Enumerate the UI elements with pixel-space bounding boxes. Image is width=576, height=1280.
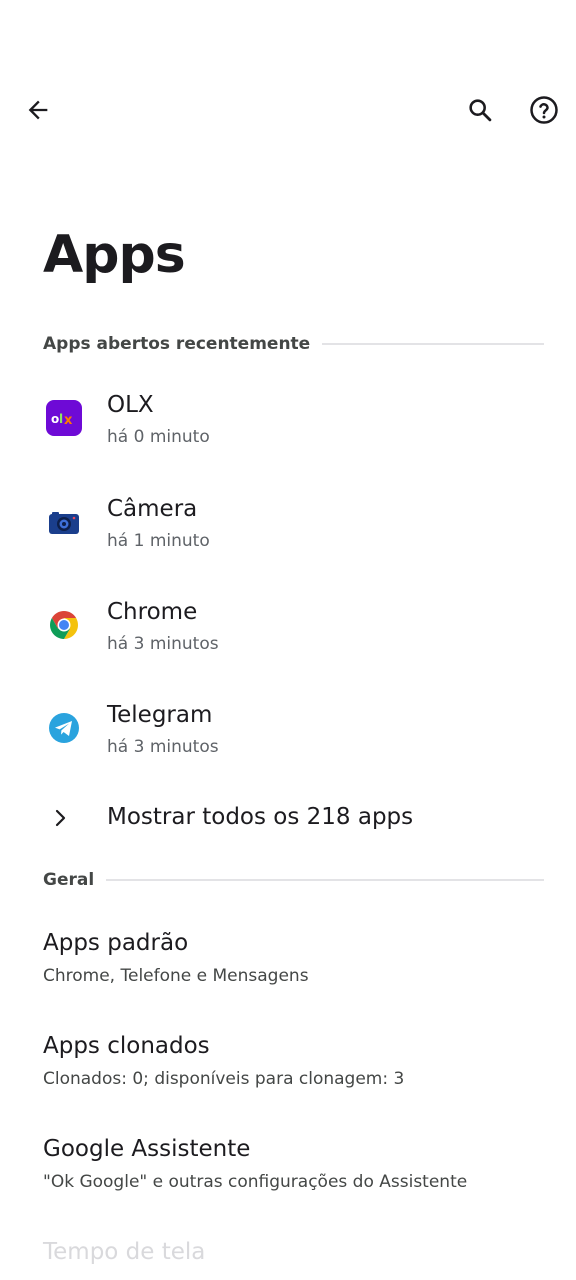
- screen-time-item[interactable]: Tempo de tela: [0, 1231, 576, 1280]
- olx-app-icon: o l x: [46, 400, 82, 436]
- section-divider: [322, 343, 544, 345]
- app-last-used: há 3 minutos: [107, 737, 219, 757]
- pref-title: Google Assistente: [43, 1136, 251, 1162]
- cloned-apps-item[interactable]: Apps clonados Clonados: 0; disponíveis p…: [0, 1025, 576, 1115]
- recent-app-telegram[interactable]: Telegram há 3 minutos: [0, 682, 576, 778]
- pref-title: Apps padrão: [43, 930, 189, 956]
- svg-text:l: l: [59, 412, 63, 426]
- top-app-bar: [0, 80, 576, 140]
- show-all-apps-label: Mostrar todos os 218 apps: [107, 804, 414, 830]
- app-last-used: há 1 minuto: [107, 531, 210, 551]
- pref-summary: Clonados: 0; disponíveis para clonagem: …: [43, 1069, 405, 1089]
- help-circle-icon: [530, 96, 558, 124]
- search-icon: [469, 99, 492, 122]
- search-button[interactable]: [456, 86, 504, 134]
- svg-text:x: x: [64, 413, 73, 428]
- chevron-right-icon: [55, 809, 66, 827]
- recent-app-chrome[interactable]: Chrome há 3 minutos: [0, 579, 576, 675]
- pref-title: Apps clonados: [43, 1033, 210, 1059]
- help-button[interactable]: [520, 86, 568, 134]
- app-last-used: há 3 minutos: [107, 634, 219, 654]
- recent-apps-section-header: Apps abertos recentemente: [43, 332, 544, 356]
- app-name: OLX: [107, 392, 154, 418]
- google-assistant-item[interactable]: Google Assistente "Ok Google" e outras c…: [0, 1128, 576, 1218]
- apps-settings-screen: Apps Apps abertos recentemente o l x OLX…: [0, 0, 576, 1280]
- telegram-app-icon: [49, 713, 79, 743]
- recent-app-olx[interactable]: o l x OLX há 0 minuto: [0, 372, 576, 468]
- camera-app-icon: [49, 512, 79, 534]
- arrow-back-icon: [28, 100, 48, 120]
- pref-summary: Chrome, Telefone e Mensagens: [43, 966, 309, 986]
- section-divider: [106, 879, 544, 881]
- back-button[interactable]: [14, 86, 62, 134]
- app-name: Chrome: [107, 599, 198, 625]
- chrome-app-icon: [50, 611, 78, 639]
- general-section-header: Geral: [43, 868, 544, 892]
- default-apps-item[interactable]: Apps padrão Chrome, Telefone e Mensagens: [0, 922, 576, 1012]
- pref-summary: "Ok Google" e outras configurações do As…: [43, 1172, 468, 1192]
- svg-text:o: o: [51, 412, 59, 426]
- section-header-label: Apps abertos recentemente: [43, 334, 311, 354]
- app-name: Câmera: [107, 496, 198, 522]
- app-name: Telegram: [107, 702, 213, 728]
- show-all-apps-button[interactable]: Mostrar todos os 218 apps: [0, 790, 576, 850]
- section-header-label: Geral: [43, 870, 95, 890]
- app-last-used: há 0 minuto: [107, 427, 210, 447]
- recent-app-camera[interactable]: Câmera há 1 minuto: [0, 476, 576, 572]
- pref-title: Tempo de tela: [43, 1239, 206, 1265]
- page-title: Apps: [43, 225, 186, 285]
